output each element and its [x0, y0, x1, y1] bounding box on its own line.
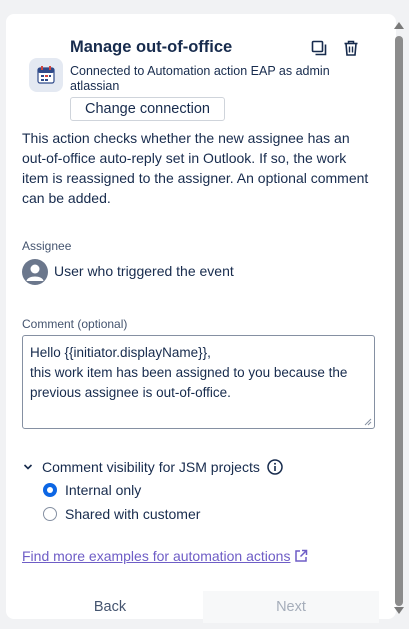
duplicate-icon[interactable]: [308, 37, 330, 59]
examples-link-text[interactable]: Find more examples for automation action…: [22, 548, 290, 564]
info-icon[interactable]: [267, 459, 283, 475]
comment-visibility-toggle[interactable]: Comment visibility for JSM projects: [22, 458, 283, 476]
radio-button-selected[interactable]: [43, 483, 57, 497]
change-connection-button[interactable]: Change connection: [70, 97, 225, 121]
radio-label-internal: Internal only: [65, 482, 142, 498]
avatar: [22, 259, 48, 285]
comment-text: Hello {{initiator.displayName}}, this wo…: [30, 345, 348, 400]
scroll-up-arrow[interactable]: [394, 22, 404, 29]
assignee-value: User who triggered the event: [54, 263, 234, 279]
resize-handle-icon[interactable]: [364, 418, 372, 426]
scroll-thumb[interactable]: [395, 36, 403, 606]
external-link-icon: [295, 549, 308, 562]
trash-icon[interactable]: [340, 37, 362, 59]
radio-button-unselected[interactable]: [43, 507, 57, 521]
next-button[interactable]: Next: [203, 591, 379, 623]
chevron-down-icon: [23, 464, 33, 470]
radio-label-shared: Shared with customer: [65, 506, 201, 522]
comment-visibility-label: Comment visibility for JSM projects: [42, 459, 260, 475]
back-button[interactable]: Back: [42, 591, 178, 623]
calendar-icon: [29, 58, 63, 92]
radio-shared-with-customer[interactable]: Shared with customer: [43, 505, 200, 523]
assignee-label: Assignee: [22, 239, 72, 253]
scrollbar[interactable]: [393, 22, 405, 620]
action-description: This action checks whether the new assig…: [22, 130, 369, 206]
scroll-down-arrow[interactable]: [394, 607, 404, 614]
radio-internal-only[interactable]: Internal only: [43, 481, 141, 499]
connection-status: Connected to Automation action EAP as ad…: [70, 64, 330, 93]
comment-label: Comment (optional): [22, 317, 128, 331]
action-title: Manage out-of-office: [70, 38, 233, 56]
comment-textarea[interactable]: Hello {{initiator.displayName}}, this wo…: [22, 335, 375, 429]
examples-link[interactable]: Find more examples for automation action…: [22, 548, 308, 564]
